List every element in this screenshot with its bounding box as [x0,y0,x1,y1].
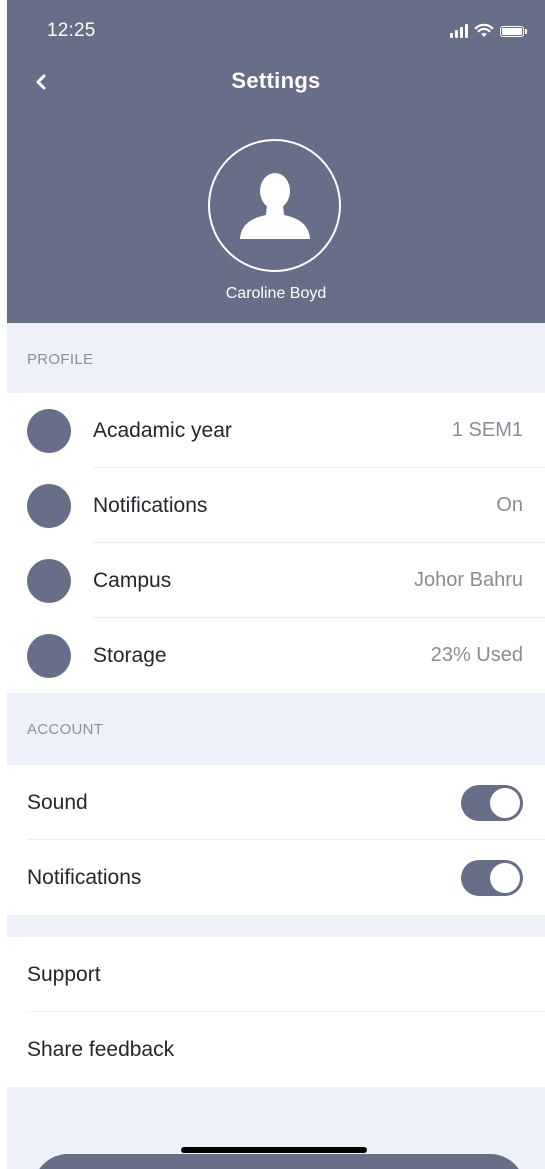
support-item[interactable]: Support [7,937,545,1012]
item-value: Johor Bahru [414,569,523,591]
item-value: 23% Used [430,644,523,666]
item-value: 1 SEM1 [451,419,523,441]
status-icons [450,22,527,38]
item-label: Campus [93,568,172,592]
item-label: Acadamic year [93,418,232,442]
item-label: Storage [93,643,167,667]
profile-item-campus[interactable]: Campus Johor Bahru [7,543,545,618]
item-label: Support [27,962,101,986]
sound-toggle[interactable] [461,784,523,821]
share-feedback-item[interactable]: Share feedback [7,1012,545,1087]
item-label: Notifications [27,865,142,889]
academic-year-icon [27,408,71,453]
item-label: Notifications [93,493,208,517]
item-value: On [496,494,523,516]
section-label-account: ACCOUNT [27,721,104,738]
battery-cap [525,29,527,34]
section-header-account: ACCOUNT [7,693,545,765]
notifications-icon [27,483,71,528]
home-indicator [181,1147,367,1153]
campus-icon [27,558,71,603]
status-time: 12:25 [47,20,96,41]
battery-icon [500,26,524,37]
profile-item-academic-year[interactable]: Acadamic year 1 SEM1 [7,393,545,468]
profile-item-notifications[interactable]: Notifications On [7,468,545,543]
section-spacer [7,915,545,937]
section-header-profile: PROFILE [7,323,545,393]
user-name: Caroline Boyd [225,285,327,302]
item-label: Share feedback [27,1037,175,1061]
account-list: Sound Notifications [7,765,545,915]
profile-item-storage[interactable]: Storage 23% Used [7,618,545,693]
page-title: Settings [231,68,321,93]
more-list: Support Share feedback [7,937,545,1087]
item-label: Sound [27,790,88,814]
storage-icon [27,633,71,678]
user-silhouette-icon [239,172,310,239]
bottom-action-button[interactable] [33,1154,525,1169]
account-item-notifications: Notifications [7,840,545,915]
account-item-sound: Sound [7,765,545,840]
app-screen: 12:25 Settings Caroline Boyd PROFILE Aca… [7,0,545,1169]
notifications-toggle[interactable] [461,859,523,896]
avatar[interactable] [208,139,341,272]
profile-list: Acadamic year 1 SEM1 Notifications On Ca… [7,393,545,693]
signal-icon [450,24,468,38]
section-label-profile: PROFILE [27,351,94,368]
wifi-icon [474,23,494,37]
settings-header: 12:25 Settings Caroline Boyd [7,0,545,323]
